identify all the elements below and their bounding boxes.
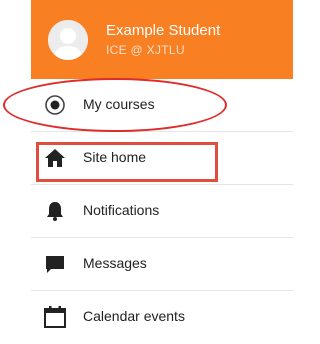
radio-target-icon (43, 93, 67, 117)
avatar (48, 20, 88, 60)
speech-bubble-icon (43, 252, 67, 276)
calendar-icon (43, 305, 67, 329)
user-avatar-icon (48, 20, 88, 60)
nav-item-label: My courses (83, 96, 155, 112)
nav-item-label: Notifications (83, 202, 160, 218)
nav-item-my-courses[interactable]: My courses (31, 79, 293, 132)
bell-icon (43, 199, 67, 223)
nav-item-label: Calendar events (83, 308, 185, 324)
nav-item-label: Site home (83, 149, 147, 165)
nav-item-notifications[interactable]: Notifications (31, 185, 293, 238)
user-profile-header[interactable]: Example Student ICE @ XJTLU (31, 0, 293, 79)
user-name: Example Student (106, 22, 221, 39)
nav-item-messages[interactable]: Messages (31, 238, 293, 291)
nav-item-site-home[interactable]: Site home (31, 132, 293, 185)
user-subtitle: ICE @ XJTLU (106, 43, 185, 57)
nav-item-label: Messages (83, 255, 147, 271)
nav-item-calendar-events[interactable]: Calendar events (31, 291, 293, 344)
home-icon (43, 146, 67, 170)
navigation-drawer: Example Student ICE @ XJTLU My courses S… (31, 0, 293, 343)
